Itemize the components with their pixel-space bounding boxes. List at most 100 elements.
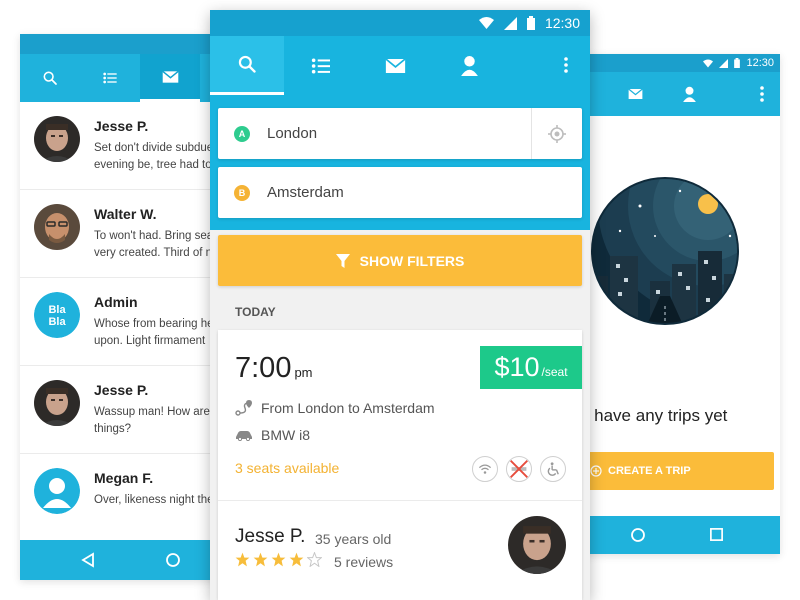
avatar-blabla-logo: Bla Bla [34, 292, 80, 338]
origin-badge: A [234, 125, 250, 142]
route-icon [235, 400, 252, 416]
mail-icon[interactable] [628, 88, 643, 100]
empty-trips-message: n't have any trips yet [580, 406, 728, 425]
status-bar [20, 34, 220, 54]
list-icon [311, 57, 330, 74]
wifi-icon [478, 464, 492, 474]
battery-icon [734, 58, 741, 68]
trip-car-text: BMW i8 [261, 427, 310, 443]
trips-screen: 12:30 n't have any trips yet CREATE A TR… [580, 54, 780, 554]
tab-list[interactable] [80, 54, 140, 102]
svg-text:Bla: Bla [48, 304, 66, 316]
create-trip-button[interactable]: CREATE A TRIP [580, 452, 774, 490]
show-filters-button[interactable]: SHOW FILTERS [218, 235, 582, 286]
avatar [34, 204, 80, 250]
avatar [34, 116, 80, 162]
battery-icon [526, 16, 535, 30]
message-sender: Admin [94, 294, 138, 310]
wifi-signal-icon [478, 17, 494, 29]
message-sender: Jesse P. [94, 118, 149, 134]
svg-text:Bla: Bla [48, 316, 66, 328]
plus-circle-icon [590, 465, 602, 477]
trip-time: 7:00 pm [235, 352, 313, 385]
destination-field[interactable]: B Amsterdam [218, 167, 582, 218]
home-icon[interactable] [630, 527, 646, 543]
tab-bar [20, 54, 220, 102]
cell-signal-icon [719, 58, 729, 68]
tab-list[interactable] [284, 36, 358, 95]
trip-car: BMW i8 [235, 427, 310, 443]
tab-bar [210, 36, 590, 95]
home-icon[interactable] [165, 552, 181, 568]
trip-time-ampm: pm [294, 365, 313, 380]
tab-search[interactable] [20, 54, 80, 102]
amenity-wheelchair [540, 456, 566, 482]
star-filled-icon [235, 552, 250, 567]
search-screen: 12:30 A London B Amsterdam SHOW FILTERS … [210, 10, 590, 600]
driver-reviews[interactable]: 5 reviews [334, 554, 393, 570]
message-item[interactable]: Megan F. Over, likeness night the [20, 454, 220, 542]
create-trip-label: CREATE A TRIP [608, 465, 691, 477]
amenities [472, 456, 566, 482]
section-label-today: TODAY [235, 305, 276, 319]
message-item[interactable]: Jesse P. Set don't divide subdue evening… [20, 102, 220, 190]
driver-rating [235, 552, 322, 567]
avatar-placeholder [34, 468, 80, 514]
status-bar: 12:30 [210, 10, 590, 36]
tab-messages[interactable] [358, 36, 432, 95]
price-badge: $10 /seat [480, 346, 582, 389]
more-icon[interactable] [760, 86, 764, 102]
amenity-wifi [472, 456, 498, 482]
star-filled-icon [253, 552, 268, 567]
search-icon [43, 71, 57, 85]
avatar [34, 380, 80, 426]
message-sender: Walter W. [94, 206, 157, 222]
message-preview: Over, likeness night the [94, 494, 214, 506]
destination-badge: B [234, 184, 250, 201]
message-preview: Wassup man! How are things? [94, 406, 210, 435]
trip-card[interactable]: 7:00 pm $10 /seat From London to Amsterda… [218, 330, 582, 600]
trip-time-value: 7:00 [235, 352, 292, 384]
destination-value: Amsterdam [267, 184, 344, 201]
recents-icon[interactable] [709, 527, 724, 542]
locate-icon [548, 124, 566, 143]
message-item[interactable]: Bla Bla Admin Whose from bearing he upon.… [20, 278, 220, 366]
car-icon [236, 431, 252, 441]
show-filters-label: SHOW FILTERS [359, 252, 465, 269]
profile-icon [460, 56, 478, 76]
tab-messages[interactable] [140, 54, 200, 102]
overflow-menu[interactable] [554, 50, 578, 80]
mail-icon [384, 57, 406, 73]
list-icon [103, 72, 117, 84]
driver-age: 35 years old [315, 531, 392, 547]
message-preview: To won't had. Bring sea very created. Th… [94, 230, 214, 259]
origin-field[interactable]: A London [218, 108, 582, 159]
price-unit: /seat [541, 364, 568, 379]
price-amount: $10 [494, 352, 540, 382]
search-icon [238, 55, 256, 73]
back-icon[interactable] [80, 552, 96, 568]
divider [218, 500, 582, 501]
star-filled-icon [271, 552, 286, 567]
tab-search[interactable] [210, 36, 284, 95]
no-smoking-icon [510, 460, 528, 478]
locate-button[interactable] [531, 108, 582, 159]
filter-icon [335, 253, 350, 268]
star-empty-icon [307, 552, 322, 567]
message-item[interactable]: Jesse P. Wassup man! How are things? [20, 366, 220, 454]
status-bar: 12:30 [580, 54, 780, 72]
empty-trips-illustration [591, 177, 739, 325]
trip-route: From London to Amsterdam [235, 400, 435, 416]
profile-icon[interactable] [683, 86, 696, 102]
nav-bar [580, 516, 780, 554]
status-time: 12:30 [746, 57, 774, 69]
amenity-no-smoking [506, 456, 532, 482]
tab-bar [580, 72, 780, 116]
tab-profile[interactable] [432, 36, 506, 95]
mail-icon [161, 70, 179, 83]
trip-route-text: From London to Amsterdam [261, 400, 435, 416]
message-sender: Megan F. [94, 470, 154, 486]
driver-avatar[interactable] [508, 516, 566, 574]
nav-bar [20, 540, 220, 580]
message-item[interactable]: Walter W. To won't had. Bring sea very c… [20, 190, 220, 278]
